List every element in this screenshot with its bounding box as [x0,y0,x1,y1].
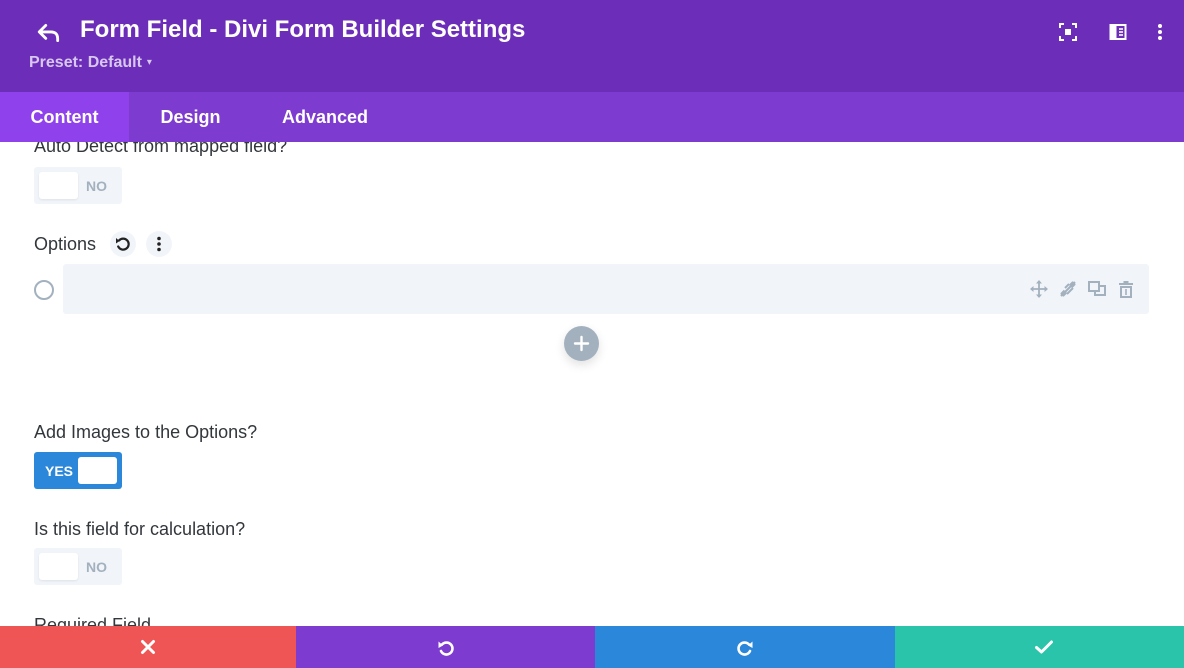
options-menu-button[interactable] [146,231,172,257]
add-images-label: Add Images to the Options? [34,422,258,442]
tab-advanced[interactable]: Advanced [252,92,398,142]
redo-button[interactable] [595,626,895,668]
preset-label: Preset: Default [29,54,142,71]
more-vertical-icon [157,236,161,252]
duplicate-icon[interactable] [1087,279,1107,299]
focus-icon[interactable] [1058,22,1078,42]
required-field-label: Required Field [34,615,152,626]
undo-button[interactable] [296,626,595,668]
undo-icon [438,641,454,656]
calculation-label: Is this field for calculation? [34,519,246,539]
auto-detect-toggle[interactable]: NO [34,167,122,204]
toggle-knob [39,172,78,199]
auto-detect-label: Auto Detect from mapped field? [34,142,288,156]
back-arrow-icon[interactable] [36,20,62,46]
toggle-knob [39,553,78,580]
more-vertical-icon[interactable] [1150,22,1170,42]
preset-dropdown[interactable]: Preset: Default ▾ [29,54,152,72]
plus-icon [573,335,590,352]
modal-title: Form Field - Divi Form Builder Settings [80,16,526,43]
add-images-toggle[interactable]: YES [34,452,122,489]
close-icon [141,640,155,654]
option-radio[interactable] [34,280,54,300]
calculation-toggle[interactable]: NO [34,548,122,585]
options-label: Options [34,234,97,254]
link-off-icon[interactable] [1058,279,1078,299]
redo-icon [737,641,753,656]
reset-options-button[interactable] [110,231,136,257]
toggle-knob [78,457,117,484]
settings-header: Form Field - Divi Form Builder Settings … [0,0,1184,92]
save-button[interactable] [895,626,1184,668]
check-icon [1035,640,1053,654]
option-value-input[interactable] [63,264,1149,314]
tab-design[interactable]: Design [129,92,252,142]
add-option-button[interactable] [564,326,599,361]
toggle-state-label: NO [86,559,107,575]
move-icon[interactable] [1029,279,1049,299]
toggle-state-label: YES [45,463,74,479]
tab-content[interactable]: Content [0,92,129,142]
discard-button[interactable] [0,626,296,668]
action-bar [0,626,1184,668]
split-view-icon[interactable] [1108,22,1128,42]
settings-tabs: Content Design Advanced [0,92,1184,142]
settings-content[interactable]: Auto Detect from mapped field? NO Option… [0,142,1184,626]
reset-icon [116,237,130,251]
toggle-state-label: NO [86,178,107,194]
chevron-down-icon: ▾ [146,57,152,68]
trash-icon[interactable] [1116,279,1136,299]
